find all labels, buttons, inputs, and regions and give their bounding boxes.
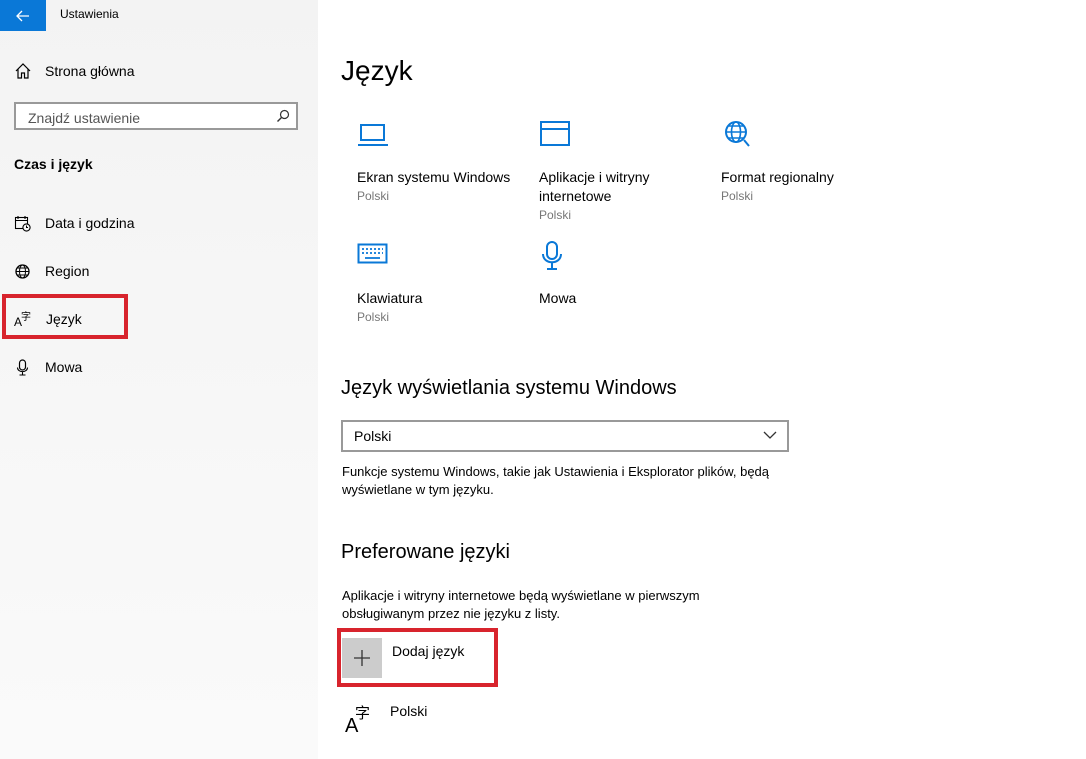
tile-speech[interactable]: Mowa	[539, 241, 714, 308]
sidebar-item-label: Mowa	[45, 359, 83, 375]
globe-icon	[15, 263, 30, 279]
preferred-languages-description: Aplikacje i witryny internetowe będą wyś…	[342, 588, 700, 621]
tile-apps-websites[interactable]: Aplikacje i witryny internetowe Polski	[539, 120, 714, 224]
search-icon[interactable]	[276, 109, 290, 123]
laptop-icon	[358, 124, 388, 146]
tile-subtitle: Polski	[539, 208, 572, 222]
search-input[interactable]	[26, 108, 270, 128]
sidebar-item-label: Region	[45, 263, 90, 279]
tile-name: Aplikacje i witryny internetowe	[539, 169, 650, 204]
search-box[interactable]	[14, 102, 298, 130]
tile-windows-display[interactable]: Ekran systemu Windows Polski	[357, 120, 532, 205]
svg-text:字: 字	[355, 704, 370, 722]
annotation-highlight	[2, 294, 128, 339]
sidebar: Ustawienia Strona główna Czas i język Da…	[0, 0, 318, 759]
dropdown-value: Polski	[354, 428, 392, 444]
tile-subtitle: Polski	[357, 310, 390, 324]
page-title: Język	[341, 55, 413, 86]
sidebar-item-date-time[interactable]: Data i godzina	[14, 212, 135, 234]
tile-regional-format[interactable]: Format regionalny Polski	[721, 120, 896, 205]
display-language-dropdown[interactable]: Polski	[341, 420, 789, 452]
language-list-item[interactable]: A 字 Polski	[344, 702, 427, 734]
microphone-icon	[542, 241, 562, 270]
display-language-heading: Język wyświetlania systemu Windows	[341, 377, 677, 399]
window-icon	[540, 121, 570, 146]
tile-keyboard[interactable]: Klawiatura Polski	[357, 241, 532, 326]
back-arrow-icon	[16, 10, 29, 21]
annotation-highlight	[337, 628, 498, 687]
tile-name: Mowa	[539, 290, 577, 306]
sidebar-item-region[interactable]: Region	[14, 260, 89, 282]
sidebar-item-speech[interactable]: Mowa	[14, 356, 82, 378]
tile-name: Klawiatura	[357, 290, 423, 306]
home-icon	[15, 63, 31, 79]
tile-subtitle: Polski	[721, 189, 754, 203]
back-button[interactable]	[0, 0, 46, 31]
section-title: Czas i język	[14, 156, 93, 172]
keyboard-icon	[357, 243, 388, 264]
home-link[interactable]: Strona główna	[14, 60, 135, 82]
home-label: Strona główna	[45, 63, 135, 79]
tile-name: Format regionalny	[721, 169, 834, 185]
language-name: Polski	[390, 703, 428, 719]
app-title: Ustawienia	[60, 7, 119, 21]
microphone-icon	[16, 358, 29, 376]
tile-name: Ekran systemu Windows	[357, 169, 511, 185]
display-language-description: Funkcje systemu Windows, takie jak Ustaw…	[342, 464, 770, 497]
chevron-down-icon	[763, 431, 777, 439]
globe-icon	[725, 121, 750, 147]
language-icon: A 字	[345, 704, 370, 734]
calendar-clock-icon	[14, 215, 31, 232]
tile-subtitle: Polski	[357, 189, 390, 203]
preferred-languages-heading: Preferowane języki	[341, 541, 510, 563]
sidebar-item-label: Data i godzina	[45, 215, 135, 231]
